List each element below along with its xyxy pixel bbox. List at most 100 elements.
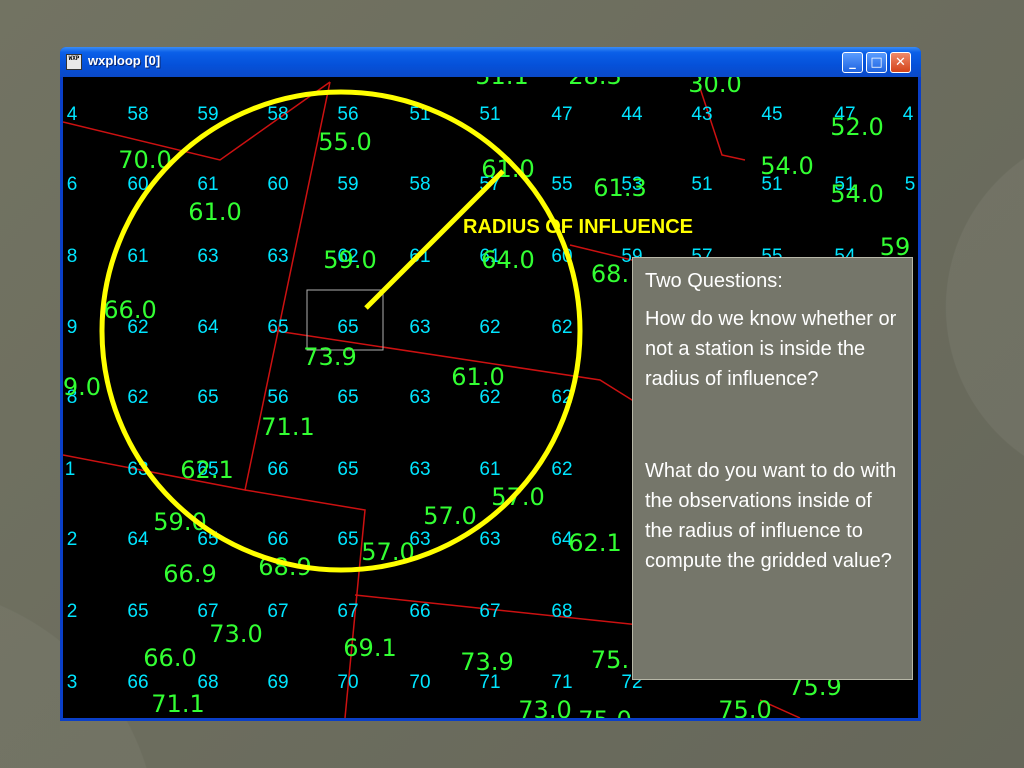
analysis-value: 62.1 [180, 456, 233, 484]
maximize-button[interactable]: □ [866, 52, 887, 73]
station-value: 67 [267, 601, 288, 622]
analysis-value: 54.0 [830, 180, 883, 208]
station-value: 70 [337, 672, 358, 693]
station-value: 66 [267, 529, 288, 550]
station-value: 64 [197, 317, 219, 338]
questions-panel: Two Questions: How do we know whether or… [632, 257, 913, 680]
station-value: 55 [551, 174, 572, 195]
close-button[interactable]: ✕ [890, 52, 911, 73]
station-value: 6 [67, 174, 78, 195]
analysis-value: 75.0 [718, 696, 771, 718]
station-value: 4 [67, 104, 78, 125]
station-value: 65 [337, 459, 358, 480]
analysis-value: 59.0 [323, 246, 376, 274]
station-value: 61 [127, 246, 148, 267]
station-value: 45 [761, 104, 782, 125]
station-value: 51 [479, 104, 500, 125]
radius-of-influence-label: RADIUS OF INFLUENCE [463, 216, 693, 238]
station-value: 65 [197, 387, 218, 408]
analysis-value: 57.0 [423, 502, 476, 530]
station-value: 9 [67, 317, 78, 338]
analysis-value: 61.0 [188, 198, 241, 226]
analysis-value: 30.0 [688, 77, 741, 98]
station-value: 60 [267, 174, 288, 195]
station-value: 68 [551, 601, 572, 622]
station-value: 1 [65, 459, 76, 480]
analysis-value: 62.1 [568, 529, 621, 557]
window-title: wxploop [0] [88, 53, 161, 68]
analysis-value: 55.0 [318, 128, 371, 156]
station-value: 44 [621, 104, 643, 125]
station-value: 66 [127, 672, 148, 693]
analysis-value: 71.1 [261, 413, 314, 441]
analysis-value: 54.0 [760, 152, 813, 180]
station-value: 61 [197, 174, 218, 195]
title-bar[interactable]: WXP wxploop [0] _ □ ✕ [60, 47, 921, 77]
station-value: 58 [409, 174, 430, 195]
station-value: 62 [127, 387, 148, 408]
analysis-value: 66.9 [163, 560, 216, 588]
station-value: 67 [479, 601, 500, 622]
station-value: 4 [903, 104, 914, 125]
station-value: 71 [551, 672, 572, 693]
analysis-value: 28.3 [568, 77, 621, 90]
analysis-value: 73.0 [518, 696, 571, 718]
question-1: How do we know whether or not a station … [645, 308, 897, 390]
station-value: 62 [551, 317, 572, 338]
analysis-value: 52.0 [830, 113, 883, 141]
station-value: 63 [197, 246, 218, 267]
station-value: 62 [551, 459, 572, 480]
station-value: 58 [267, 104, 288, 125]
analysis-value: 75. [591, 646, 629, 674]
station-value: 43 [691, 104, 712, 125]
analysis-value: 73.0 [209, 620, 262, 648]
station-value: 5 [905, 174, 916, 195]
analysis-value: 73.9 [460, 648, 513, 676]
question-2: What do you want to do with the observat… [645, 460, 897, 572]
station-value: 65 [337, 387, 358, 408]
panel-heading: Two Questions: [645, 270, 783, 292]
station-value: 63 [479, 529, 500, 550]
analysis-value: 73.9 [303, 343, 356, 371]
station-value: 65 [127, 601, 148, 622]
station-value: 61 [479, 459, 500, 480]
station-value: 2 [67, 601, 78, 622]
analysis-value: 64.0 [481, 246, 534, 274]
station-value: 63 [267, 246, 288, 267]
station-value: 3 [67, 672, 78, 693]
station-value: 63 [409, 387, 430, 408]
station-value: 66 [267, 459, 288, 480]
station-value: 2 [67, 529, 78, 550]
analysis-value: 61.3 [593, 174, 646, 202]
analysis-value: 66.0 [103, 296, 156, 324]
analysis-value: 51.1 [475, 77, 528, 90]
analysis-value: 61.0 [451, 363, 504, 391]
station-value: 65 [337, 317, 358, 338]
station-value: 65 [267, 317, 288, 338]
station-value: 47 [551, 104, 572, 125]
station-value: 62 [479, 317, 500, 338]
station-value: 51 [691, 174, 712, 195]
analysis-value: 71.1 [151, 690, 204, 718]
station-value: 67 [337, 601, 358, 622]
station-value: 67 [197, 601, 218, 622]
station-value: 66 [409, 601, 430, 622]
station-value: 56 [267, 387, 288, 408]
analysis-value: 68. [591, 260, 629, 288]
minimize-button[interactable]: _ [842, 52, 863, 73]
station-value: 56 [337, 104, 358, 125]
station-value: 58 [127, 104, 148, 125]
station-value: 59 [197, 104, 218, 125]
station-value: 65 [337, 529, 358, 550]
station-value: 63 [409, 317, 430, 338]
analysis-value: 66.0 [143, 644, 196, 672]
station-value: 70 [409, 672, 430, 693]
analysis-value: 75.0 [578, 706, 631, 718]
station-value: 64 [127, 529, 149, 550]
station-value: 63 [409, 459, 430, 480]
app-icon: WXP [66, 54, 82, 70]
analysis-value: 69.1 [343, 634, 396, 662]
station-value: 8 [67, 246, 78, 267]
analysis-value: 9.0 [63, 373, 101, 401]
radius-line [364, 169, 505, 310]
